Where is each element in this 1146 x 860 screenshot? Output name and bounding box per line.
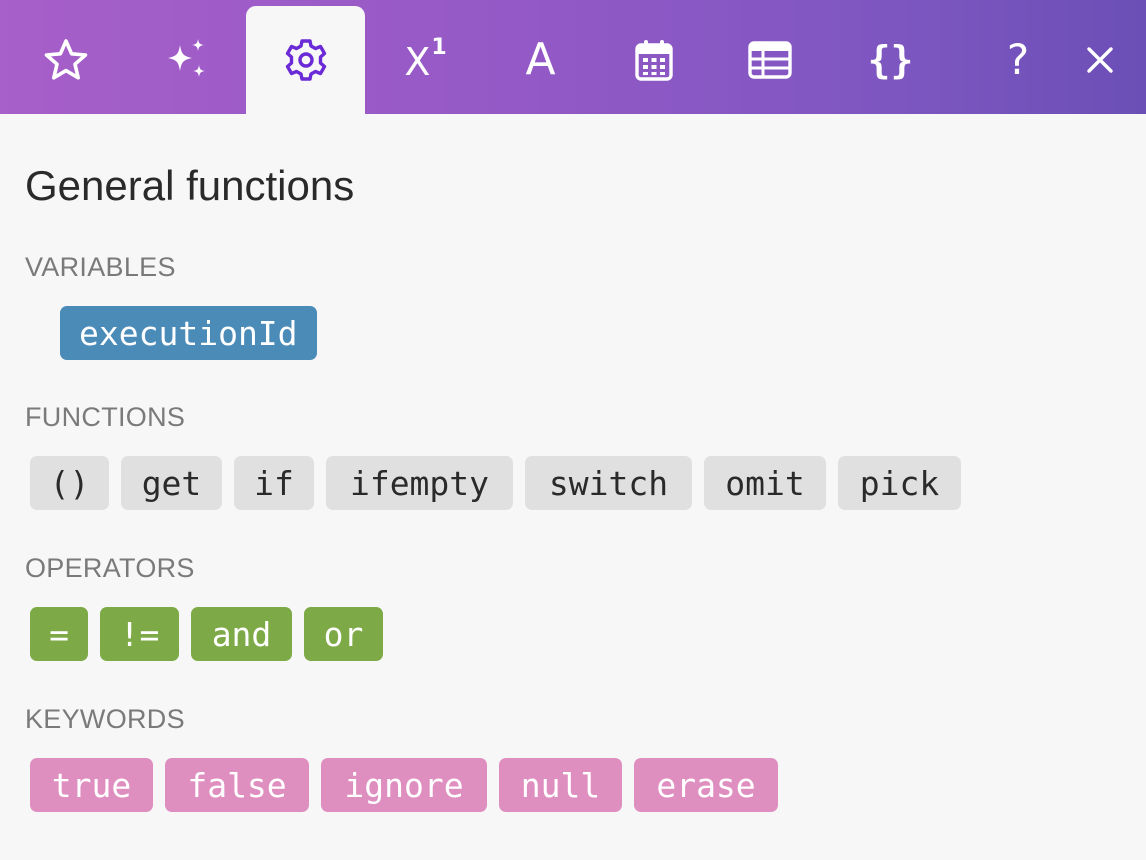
help-icon: ?: [1006, 35, 1030, 84]
letter-a-icon: A: [525, 34, 556, 85]
function-pill[interactable]: switch: [525, 456, 692, 510]
close-icon: [1087, 47, 1113, 73]
keyword-pill[interactable]: false: [165, 758, 309, 812]
tab-general[interactable]: [246, 6, 365, 114]
operator-pill[interactable]: and: [191, 607, 292, 661]
function-pill[interactable]: pick: [838, 456, 961, 510]
operator-pill[interactable]: or: [304, 607, 383, 661]
variables-list: executionId: [60, 306, 317, 360]
superscript-x-icon: X1: [404, 35, 447, 84]
tab-json[interactable]: {}: [831, 6, 950, 114]
keyword-pill[interactable]: erase: [634, 758, 778, 812]
page-title: General functions: [25, 162, 355, 209]
tab-favorites[interactable]: [6, 6, 125, 114]
operators-label: OPERATORS: [25, 553, 195, 583]
function-pill[interactable]: get: [121, 456, 222, 510]
operator-pill[interactable]: =: [30, 607, 88, 661]
star-icon: [44, 39, 87, 80]
tab-date[interactable]: [594, 6, 713, 114]
tab-ai[interactable]: [126, 6, 245, 114]
function-pill[interactable]: omit: [704, 456, 826, 510]
sparkles-icon: [167, 39, 205, 77]
close-button[interactable]: [1062, 6, 1138, 114]
variable-pill[interactable]: executionId: [60, 306, 317, 360]
function-pill[interactable]: if: [234, 456, 314, 510]
functions-label: FUNCTIONS: [25, 402, 186, 432]
help-button[interactable]: ?: [968, 6, 1068, 114]
function-pill[interactable]: ifempty: [326, 456, 513, 510]
keyword-pill[interactable]: true: [30, 758, 153, 812]
keyword-pill[interactable]: ignore: [321, 758, 487, 812]
table-icon: [747, 41, 792, 79]
keywords-list: true false ignore null erase: [30, 758, 778, 812]
function-pill[interactable]: (): [30, 456, 109, 510]
tab-math[interactable]: X1: [366, 6, 485, 114]
functions-list: () get if ifempty switch omit pick: [30, 456, 961, 510]
calendar-icon: [634, 40, 673, 81]
tab-bar: X1 A {} ?: [0, 0, 1146, 114]
keyword-pill[interactable]: null: [499, 758, 622, 812]
keywords-label: KEYWORDS: [25, 704, 185, 734]
gear-icon: [285, 39, 326, 81]
braces-icon: {}: [867, 38, 914, 82]
operator-pill[interactable]: !=: [100, 607, 179, 661]
tab-text[interactable]: A: [481, 6, 600, 114]
variables-label: VARIABLES: [25, 252, 176, 282]
tab-array[interactable]: [710, 6, 829, 114]
operators-list: = != and or: [30, 607, 383, 661]
